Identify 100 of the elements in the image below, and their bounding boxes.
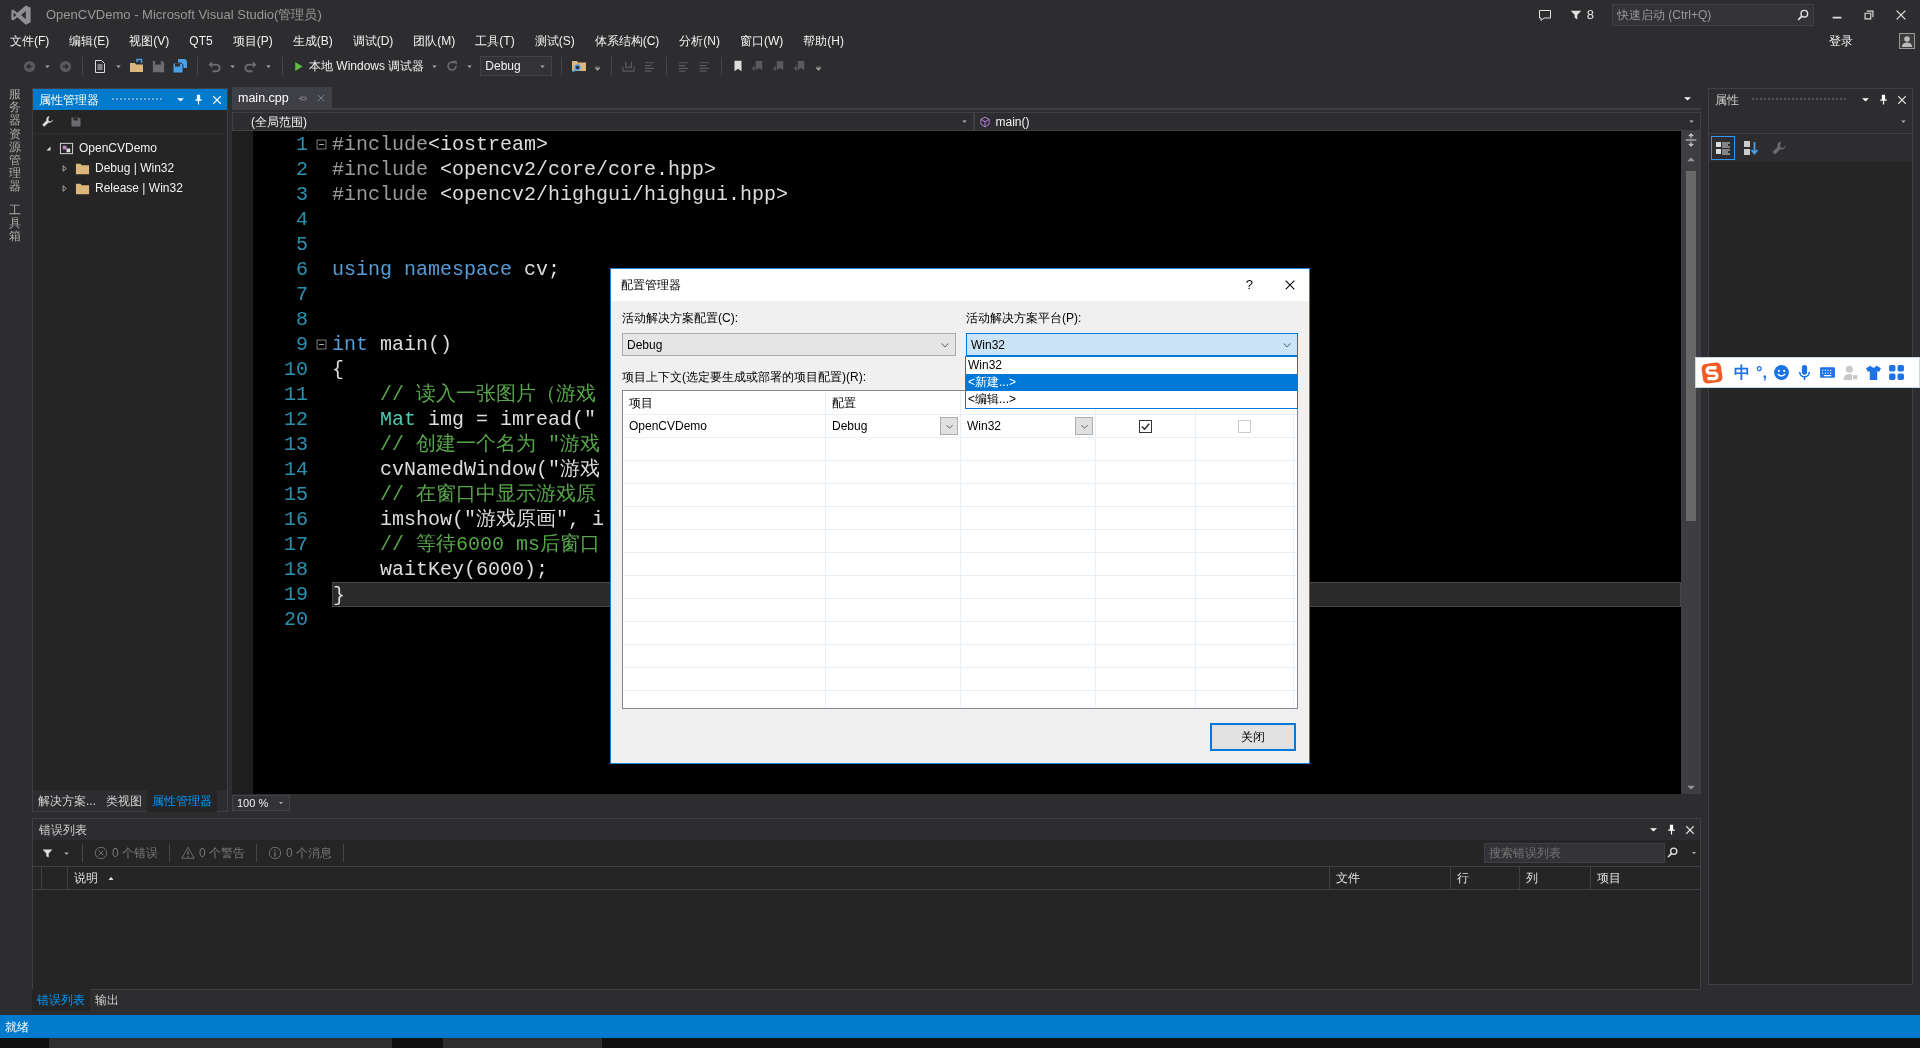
start-debugger-button[interactable]: 本地 Windows 调试器 xyxy=(292,57,425,75)
field-label: 活动解决方案平台(P): xyxy=(966,310,1083,327)
sign-in-link[interactable]: 登录 xyxy=(1829,32,1853,50)
dropdown-option[interactable]: <编辑...> xyxy=(966,391,1297,408)
code-token: cv; xyxy=(523,258,561,281)
feedback-icon[interactable] xyxy=(1536,7,1553,23)
column-header[interactable]: 项目 xyxy=(623,391,826,414)
menu-item[interactable]: 工具(T) xyxy=(475,32,515,50)
menu-item[interactable]: 编辑(E) xyxy=(69,32,110,50)
save-all-icon[interactable] xyxy=(172,58,188,74)
close-icon[interactable] xyxy=(1283,278,1297,292)
save-icon[interactable] xyxy=(151,58,166,74)
menu-item[interactable]: 文件(F) xyxy=(10,32,50,50)
save-icon[interactable] xyxy=(70,115,82,128)
menu-item[interactable]: 分析(N) xyxy=(679,32,720,50)
zoom-dropdown[interactable]: 100 % xyxy=(232,795,290,811)
method-icon xyxy=(978,115,991,128)
pin-icon[interactable] xyxy=(1665,823,1678,836)
panel-tab[interactable]: 属性管理器 xyxy=(147,789,217,812)
line-number: 9 xyxy=(295,331,309,358)
menu-item[interactable]: 体系结构(C) xyxy=(594,32,660,50)
split-icon[interactable] xyxy=(1684,133,1698,147)
collapse-icon[interactable] xyxy=(314,338,328,351)
code-token: <opencv2/core/core.hpp> xyxy=(439,158,717,181)
platform-combo[interactable]: Win32 xyxy=(966,333,1298,356)
panel-title: 属性管理器 xyxy=(39,91,99,109)
configuration-combo[interactable]: Debug xyxy=(622,333,956,356)
member-dropdown[interactable]: main() xyxy=(973,112,1701,131)
menu-item[interactable]: 生成(B) xyxy=(292,32,333,50)
collapsed-icon[interactable] xyxy=(59,162,70,174)
column-header[interactable]: 文件 xyxy=(1329,867,1450,889)
search-field[interactable]: 搜索错误列表 xyxy=(1484,843,1665,863)
input-mode-toggle[interactable]: 中 xyxy=(1734,360,1750,385)
filter-toggle[interactable]: 0 个警告 xyxy=(181,844,246,862)
menu-item[interactable]: 视图(V) xyxy=(129,32,170,50)
close-icon[interactable] xyxy=(1896,93,1908,106)
panel-tab[interactable]: 解决方案... xyxy=(33,789,101,812)
find-in-files-icon[interactable] xyxy=(571,58,588,74)
table-cell: OpenCVDemo xyxy=(623,415,826,437)
side-tab[interactable]: 服务器资源管理器 xyxy=(9,88,21,194)
open-folder-icon[interactable] xyxy=(129,58,145,74)
tree-item[interactable]: Release | Win32 xyxy=(59,178,227,198)
menu-item[interactable]: 帮助(H) xyxy=(803,32,844,50)
tree-item[interactable]: OpenCVDemo xyxy=(43,138,227,158)
line-number: 3 xyxy=(295,181,309,208)
dropdown-option[interactable]: Win32 xyxy=(966,357,1297,374)
caret-icon[interactable] xyxy=(1690,849,1698,857)
scrollbar-thumb[interactable] xyxy=(1686,171,1696,521)
collapse-icon[interactable] xyxy=(314,138,328,151)
line-number: 13 xyxy=(283,431,309,458)
side-tab[interactable]: 工具箱 xyxy=(9,203,21,244)
search-icon[interactable] xyxy=(1796,8,1810,22)
column-header[interactable]: 列 xyxy=(1519,867,1590,889)
shirt-icon[interactable] xyxy=(1864,364,1882,381)
menu-item[interactable]: 项目(P) xyxy=(232,32,273,50)
keyboard-icon[interactable] xyxy=(1818,364,1836,381)
filter-toggle[interactable]: 0 个错误 xyxy=(94,844,158,862)
panel-tab[interactable]: 错误列表 xyxy=(32,989,90,1011)
panel-tab[interactable]: 类视图 xyxy=(101,789,147,812)
menu-item[interactable]: 团队(M) xyxy=(413,32,456,50)
line-number: 1 xyxy=(295,131,309,158)
filter-icon[interactable] xyxy=(41,846,54,860)
help-button[interactable]: ? xyxy=(1245,275,1253,295)
logo-icon[interactable] xyxy=(1700,360,1724,385)
menu-item[interactable]: QT5 xyxy=(189,32,213,50)
punctuation-toggle[interactable]: °, xyxy=(1756,360,1767,385)
avatar-icon[interactable] xyxy=(1899,33,1915,49)
close-icon[interactable] xyxy=(1894,8,1908,22)
refresh-icon[interactable] xyxy=(445,59,460,73)
smiley-icon[interactable] xyxy=(1772,364,1790,381)
menu-item[interactable]: 窗口(W) xyxy=(740,32,784,50)
filter-toggle[interactable]: 0 个消息 xyxy=(268,844,333,862)
search-icon[interactable] xyxy=(1666,846,1679,859)
column-header[interactable]: 行 xyxy=(1450,867,1519,889)
configuration-dropdown[interactable]: Debug xyxy=(480,56,553,76)
dropdown-option[interactable]: <新建...> xyxy=(966,374,1297,391)
menu-item[interactable]: 测试(S) xyxy=(534,32,575,50)
checkbox[interactable] xyxy=(1139,419,1152,433)
new-file-icon[interactable] xyxy=(92,58,108,74)
panel-title: 属性 xyxy=(1715,91,1739,109)
line-number: 5 xyxy=(295,231,309,258)
restore-icon[interactable] xyxy=(1862,8,1876,22)
wrench-icon[interactable] xyxy=(41,115,54,128)
grid-icon[interactable] xyxy=(1887,364,1905,381)
collapsed-icon[interactable] xyxy=(59,182,70,194)
menu-item[interactable]: 调试(D) xyxy=(352,32,394,50)
pin-icon[interactable] xyxy=(1877,93,1890,106)
column-header[interactable]: 配置 xyxy=(826,391,961,414)
close-icon[interactable] xyxy=(1684,823,1696,836)
panel-tab[interactable]: 输出 xyxy=(90,989,124,1011)
column-header[interactable]: 项目 xyxy=(1590,867,1700,889)
scope-dropdown[interactable]: (全局范围) xyxy=(232,112,974,131)
close-button[interactable]: 关闭 xyxy=(1210,723,1296,751)
categorized-icon[interactable] xyxy=(1711,136,1735,160)
column-header[interactable]: 说明 xyxy=(67,867,1329,889)
tree-item[interactable]: Debug | Win32 xyxy=(59,158,227,178)
quick-launch-field[interactable]: 快速启动 (Ctrl+Q) xyxy=(1612,4,1814,26)
caret-icon xyxy=(959,117,969,126)
notifications-button[interactable]: 8 xyxy=(1568,5,1594,25)
caret-icon xyxy=(277,799,285,807)
